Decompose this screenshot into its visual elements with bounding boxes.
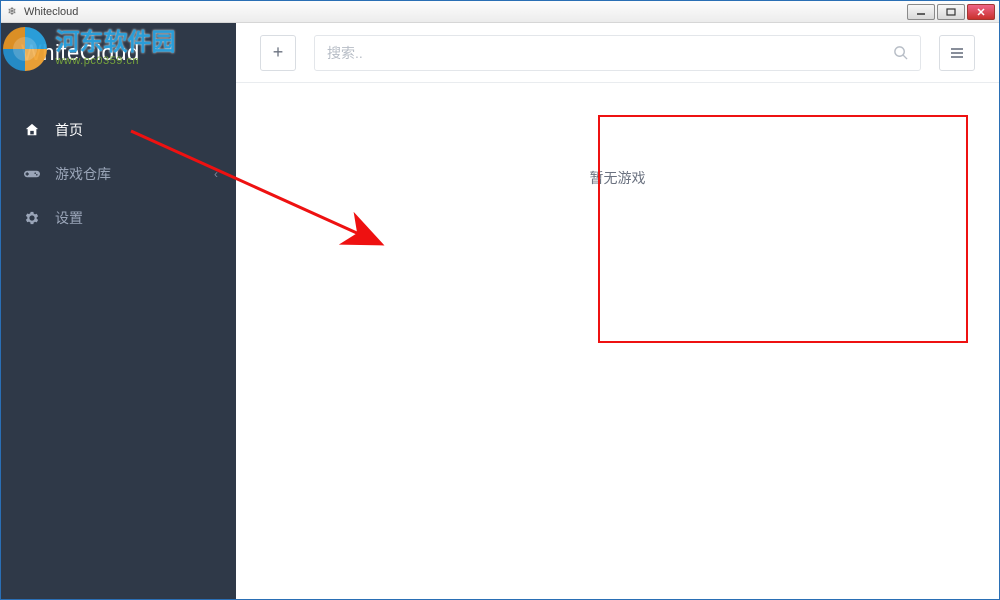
sidebar-item-label: 游戏仓库 xyxy=(55,164,111,184)
sidebar-item-label: 首页 xyxy=(55,120,83,140)
sidebar-item-label: 设置 xyxy=(55,208,83,228)
menu-button[interactable] xyxy=(939,35,975,71)
home-icon xyxy=(23,123,41,137)
minimize-icon xyxy=(916,8,926,16)
search-icon xyxy=(893,45,908,60)
plus-icon: + xyxy=(273,42,284,63)
toolbar: + xyxy=(236,23,999,83)
sidebar-item-home[interactable]: 首页 xyxy=(1,108,236,152)
add-button[interactable]: + xyxy=(260,35,296,71)
search-input[interactable] xyxy=(327,36,893,70)
chevron-left-icon: ‹ xyxy=(214,167,218,181)
sidebar-item-settings[interactable]: 设置 xyxy=(1,196,236,240)
annotation-highlight-box xyxy=(598,115,968,343)
brand-title: WhiteCloud xyxy=(1,23,236,83)
list-icon xyxy=(950,47,964,59)
gear-icon xyxy=(23,211,41,225)
main-area: + 暂无游戏 xyxy=(236,23,999,599)
search-box[interactable] xyxy=(314,35,921,71)
close-icon xyxy=(976,8,986,16)
gamepad-icon xyxy=(23,168,41,180)
maximize-button[interactable] xyxy=(937,4,965,20)
minimize-button[interactable] xyxy=(907,4,935,20)
sidebar-item-game-library[interactable]: 游戏仓库 ‹ xyxy=(1,152,236,196)
app-icon: ❄ xyxy=(5,5,19,19)
close-button[interactable] xyxy=(967,4,995,20)
window-titlebar: ❄ Whitecloud xyxy=(1,1,999,23)
content-area: 暂无游戏 xyxy=(236,83,999,599)
empty-state-text: 暂无游戏 xyxy=(590,168,646,188)
sidebar: WhiteCloud 首页 游戏仓库 ‹ xyxy=(1,23,236,599)
maximize-icon xyxy=(946,8,956,16)
window-title: Whitecloud xyxy=(24,6,907,18)
